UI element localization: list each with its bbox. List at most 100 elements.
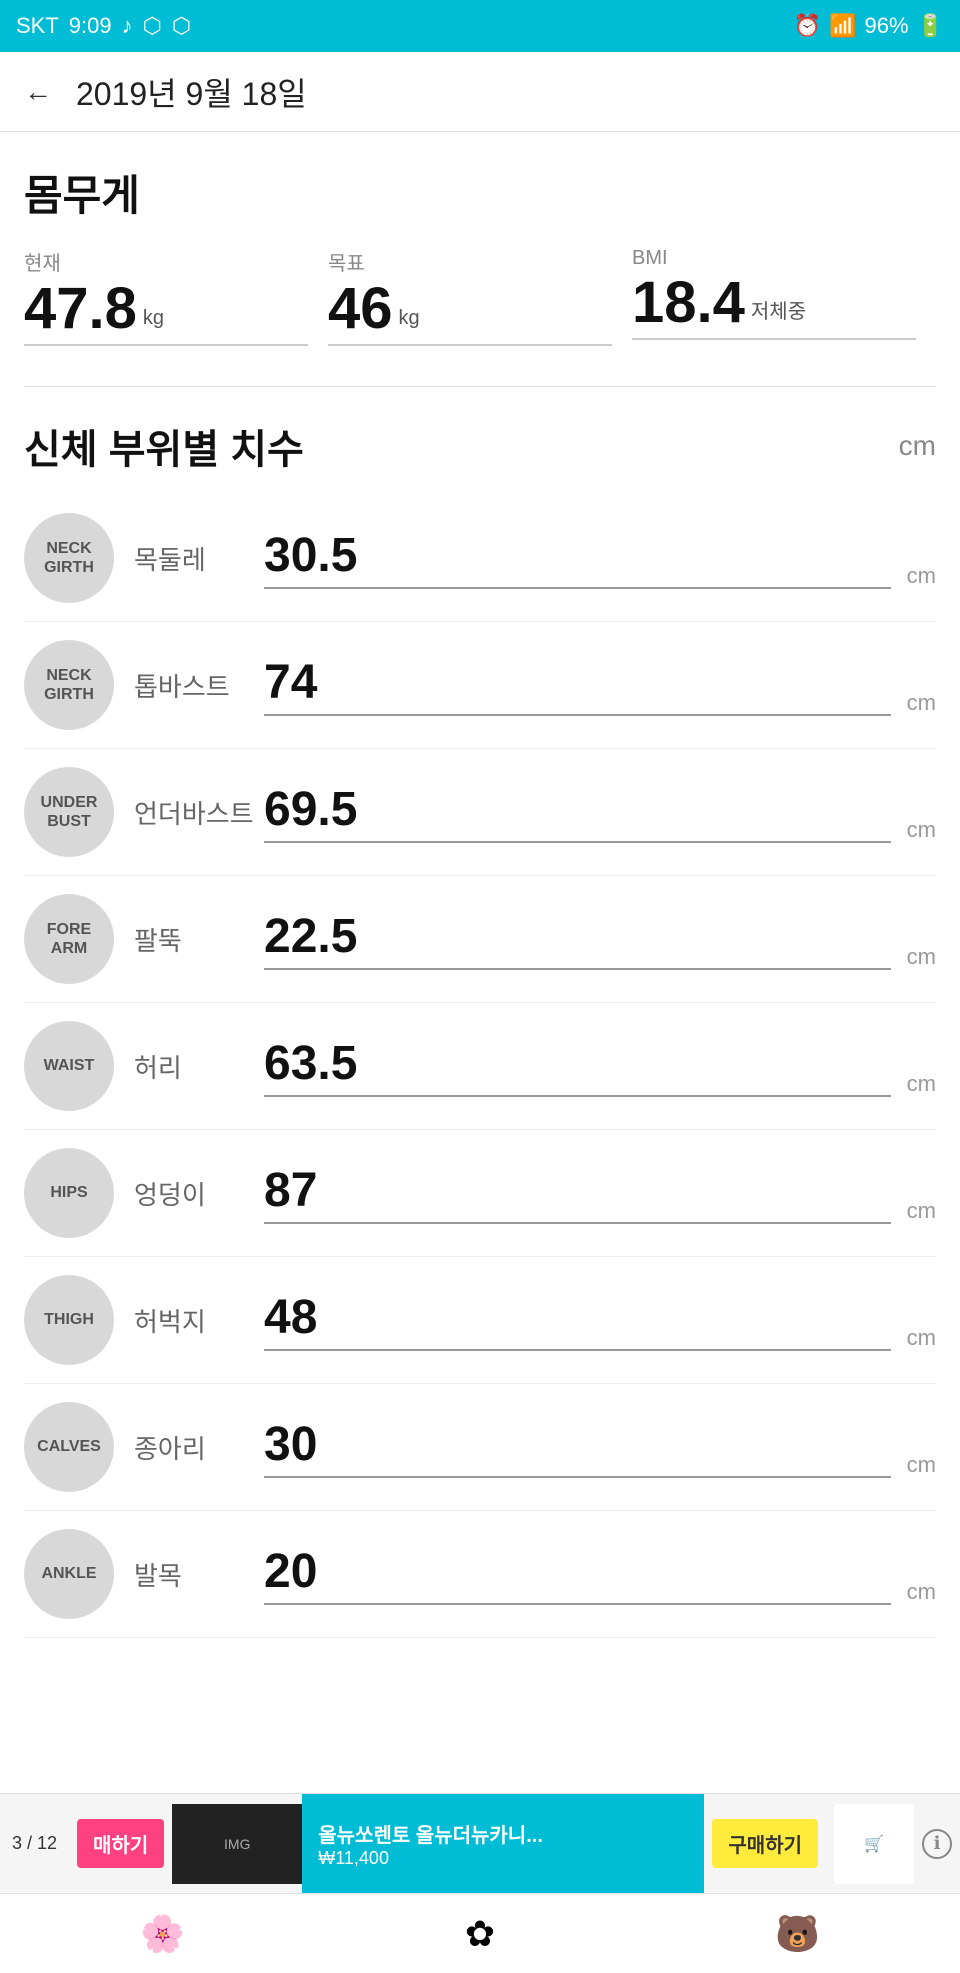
body-icon-6: THIGH <box>24 1275 114 1365</box>
ad-buy-left-button[interactable]: 매하기 <box>77 1819 164 1868</box>
ad-counter: 3 / 12 <box>0 1833 69 1854</box>
nav-icon-3[interactable]: 🐻 <box>775 1913 820 1955</box>
bmi-value-row: 18.4 저체중 <box>632 274 916 340</box>
target-weight-item: 목표 46 kg <box>328 247 632 346</box>
ad-buy-right-button[interactable]: 구매하기 <box>712 1819 818 1868</box>
measurement-row[interactable]: WAIST 허리 63.5 cm <box>24 1003 936 1130</box>
current-value-row: 47.8 kg <box>24 280 308 346</box>
body-value-container-2: 69.5 cm <box>264 782 936 843</box>
body-label-6: 허벅지 <box>134 1302 264 1339</box>
bottom-nav: 🌸 ✿ 🐻 <box>0 1893 960 1973</box>
back-button[interactable]: ← <box>24 76 52 108</box>
body-label-5: 엉덩이 <box>134 1175 264 1212</box>
header: ← 2019년 9월 18일 <box>0 52 960 132</box>
body-label-7: 종아리 <box>134 1429 264 1466</box>
nav-icon-2[interactable]: ✿ <box>465 1913 495 1955</box>
bmi-value: 18.4 <box>632 274 745 332</box>
target-unit: kg <box>399 307 420 330</box>
body-label-3: 팔뚝 <box>134 921 264 958</box>
current-value: 47.8 <box>24 280 137 338</box>
body-unit-4: cm <box>907 1071 936 1097</box>
body-unit-5: cm <box>907 1198 936 1224</box>
body-value-wrapper-6: 48 <box>264 1290 891 1351</box>
body-unit-6: cm <box>907 1325 936 1351</box>
current-unit: kg <box>143 307 164 330</box>
body-label-2: 언더바스트 <box>134 794 264 831</box>
measurement-row[interactable]: NECK GIRTH 목둘레 30.5 cm <box>24 495 936 622</box>
ad-info-icon[interactable]: ℹ <box>922 1829 952 1859</box>
body-value-8: 20 <box>264 1545 317 1598</box>
weight-section-title: 몸무게 <box>24 162 936 223</box>
measurement-row[interactable]: ANKLE 발목 20 cm <box>24 1511 936 1638</box>
body-value-wrapper-0: 30.5 <box>264 528 891 589</box>
target-label: 목표 <box>328 247 612 276</box>
body-value-6: 48 <box>264 1291 317 1344</box>
body-label-1: 톱바스트 <box>134 667 264 704</box>
body-label-4: 허리 <box>134 1048 264 1085</box>
app-icon-1: ⬡ <box>143 13 162 39</box>
body-section-unit: cm <box>899 430 936 462</box>
body-icon-7: CALVES <box>24 1402 114 1492</box>
ad-banner: 3 / 12 매하기 IMG 올뉴쏘렌토 올뉴더뉴카니... ₩11,400 구… <box>0 1793 960 1893</box>
measurement-row[interactable]: HIPS 엉덩이 87 cm <box>24 1130 936 1257</box>
carrier-label: SKT <box>16 13 59 39</box>
body-value-wrapper-2: 69.5 <box>264 782 891 843</box>
battery-icon: 🔋 <box>917 13 944 39</box>
body-section-title: 신체 부위별 치수 <box>24 417 304 475</box>
bmi-label: BMI <box>632 247 916 270</box>
current-weight-item: 현재 47.8 kg <box>24 247 328 346</box>
body-value-container-1: 74 cm <box>264 655 936 716</box>
ad-image: IMG <box>172 1804 302 1884</box>
measurement-row[interactable]: CALVES 종아리 30 cm <box>24 1384 936 1511</box>
ad-content-area: 올뉴쏘렌토 올뉴더뉴카니... ₩11,400 <box>302 1794 704 1893</box>
body-value-0: 30.5 <box>264 529 357 582</box>
weight-row: 현재 47.8 kg 목표 46 kg BMI 18.4 저체중 <box>24 247 936 346</box>
body-value-wrapper-8: 20 <box>264 1544 891 1605</box>
body-value-wrapper-3: 22.5 <box>264 909 891 970</box>
body-value-wrapper-1: 74 <box>264 655 891 716</box>
measurement-row[interactable]: UNDER BUST 언더바스트 69.5 cm <box>24 749 936 876</box>
body-value-container-4: 63.5 cm <box>264 1036 936 1097</box>
ad-thumbnail-img: 🛒 <box>864 1834 884 1854</box>
measurement-row[interactable]: THIGH 허벅지 48 cm <box>24 1257 936 1384</box>
main-content: 몸무게 현재 47.8 kg 목표 46 kg BMI 18.4 <box>0 132 960 1858</box>
body-value-container-0: 30.5 cm <box>264 528 936 589</box>
measurements-container: NECK GIRTH 목둘레 30.5 cm NECK GIRTH 톱바스트 7… <box>24 495 936 1638</box>
body-value-wrapper-7: 30 <box>264 1417 891 1478</box>
body-unit-1: cm <box>907 690 936 716</box>
body-value-2: 69.5 <box>264 783 357 836</box>
nav-icon-1[interactable]: 🌸 <box>140 1913 185 1955</box>
body-icon-8: ANKLE <box>24 1529 114 1619</box>
body-icon-2: UNDER BUST <box>24 767 114 857</box>
measurement-row[interactable]: FORE ARM 팔뚝 22.5 cm <box>24 876 936 1003</box>
bmi-item: BMI 18.4 저체중 <box>632 247 936 346</box>
body-label-8: 발목 <box>134 1556 264 1593</box>
body-label-0: 목둘레 <box>134 540 264 577</box>
app-icon-2: ⬡ <box>172 13 191 39</box>
body-unit-2: cm <box>907 817 936 843</box>
body-icon-5: HIPS <box>24 1148 114 1238</box>
body-value-container-3: 22.5 cm <box>264 909 936 970</box>
body-value-3: 22.5 <box>264 910 357 963</box>
body-unit-0: cm <box>907 563 936 589</box>
status-left: SKT 9:09 ♪ ⬡ ⬡ <box>16 13 191 39</box>
target-value: 46 <box>328 280 393 338</box>
bmi-status: 저체중 <box>751 295 806 324</box>
battery-label: 96% <box>865 13 909 39</box>
target-value-row: 46 kg <box>328 280 612 346</box>
measurement-row[interactable]: NECK GIRTH 톱바스트 74 cm <box>24 622 936 749</box>
page-title: 2019년 9월 18일 <box>76 69 307 115</box>
section-divider <box>24 386 936 387</box>
body-value-container-7: 30 cm <box>264 1417 936 1478</box>
body-value-7: 30 <box>264 1418 317 1471</box>
wifi-icon: 📶 <box>829 13 856 39</box>
body-section-header: 신체 부위별 치수 cm <box>24 417 936 475</box>
ad-main-text: 올뉴쏘렌토 올뉴더뉴카니... <box>318 1819 688 1848</box>
body-unit-3: cm <box>907 944 936 970</box>
body-value-container-8: 20 cm <box>264 1544 936 1605</box>
body-measurements-section: 신체 부위별 치수 cm NECK GIRTH 목둘레 30.5 cm NECK… <box>24 417 936 1638</box>
ad-price: ₩11,400 <box>318 1848 688 1869</box>
body-value-container-5: 87 cm <box>264 1163 936 1224</box>
body-icon-3: FORE ARM <box>24 894 114 984</box>
ad-image-placeholder: IMG <box>224 1836 250 1852</box>
